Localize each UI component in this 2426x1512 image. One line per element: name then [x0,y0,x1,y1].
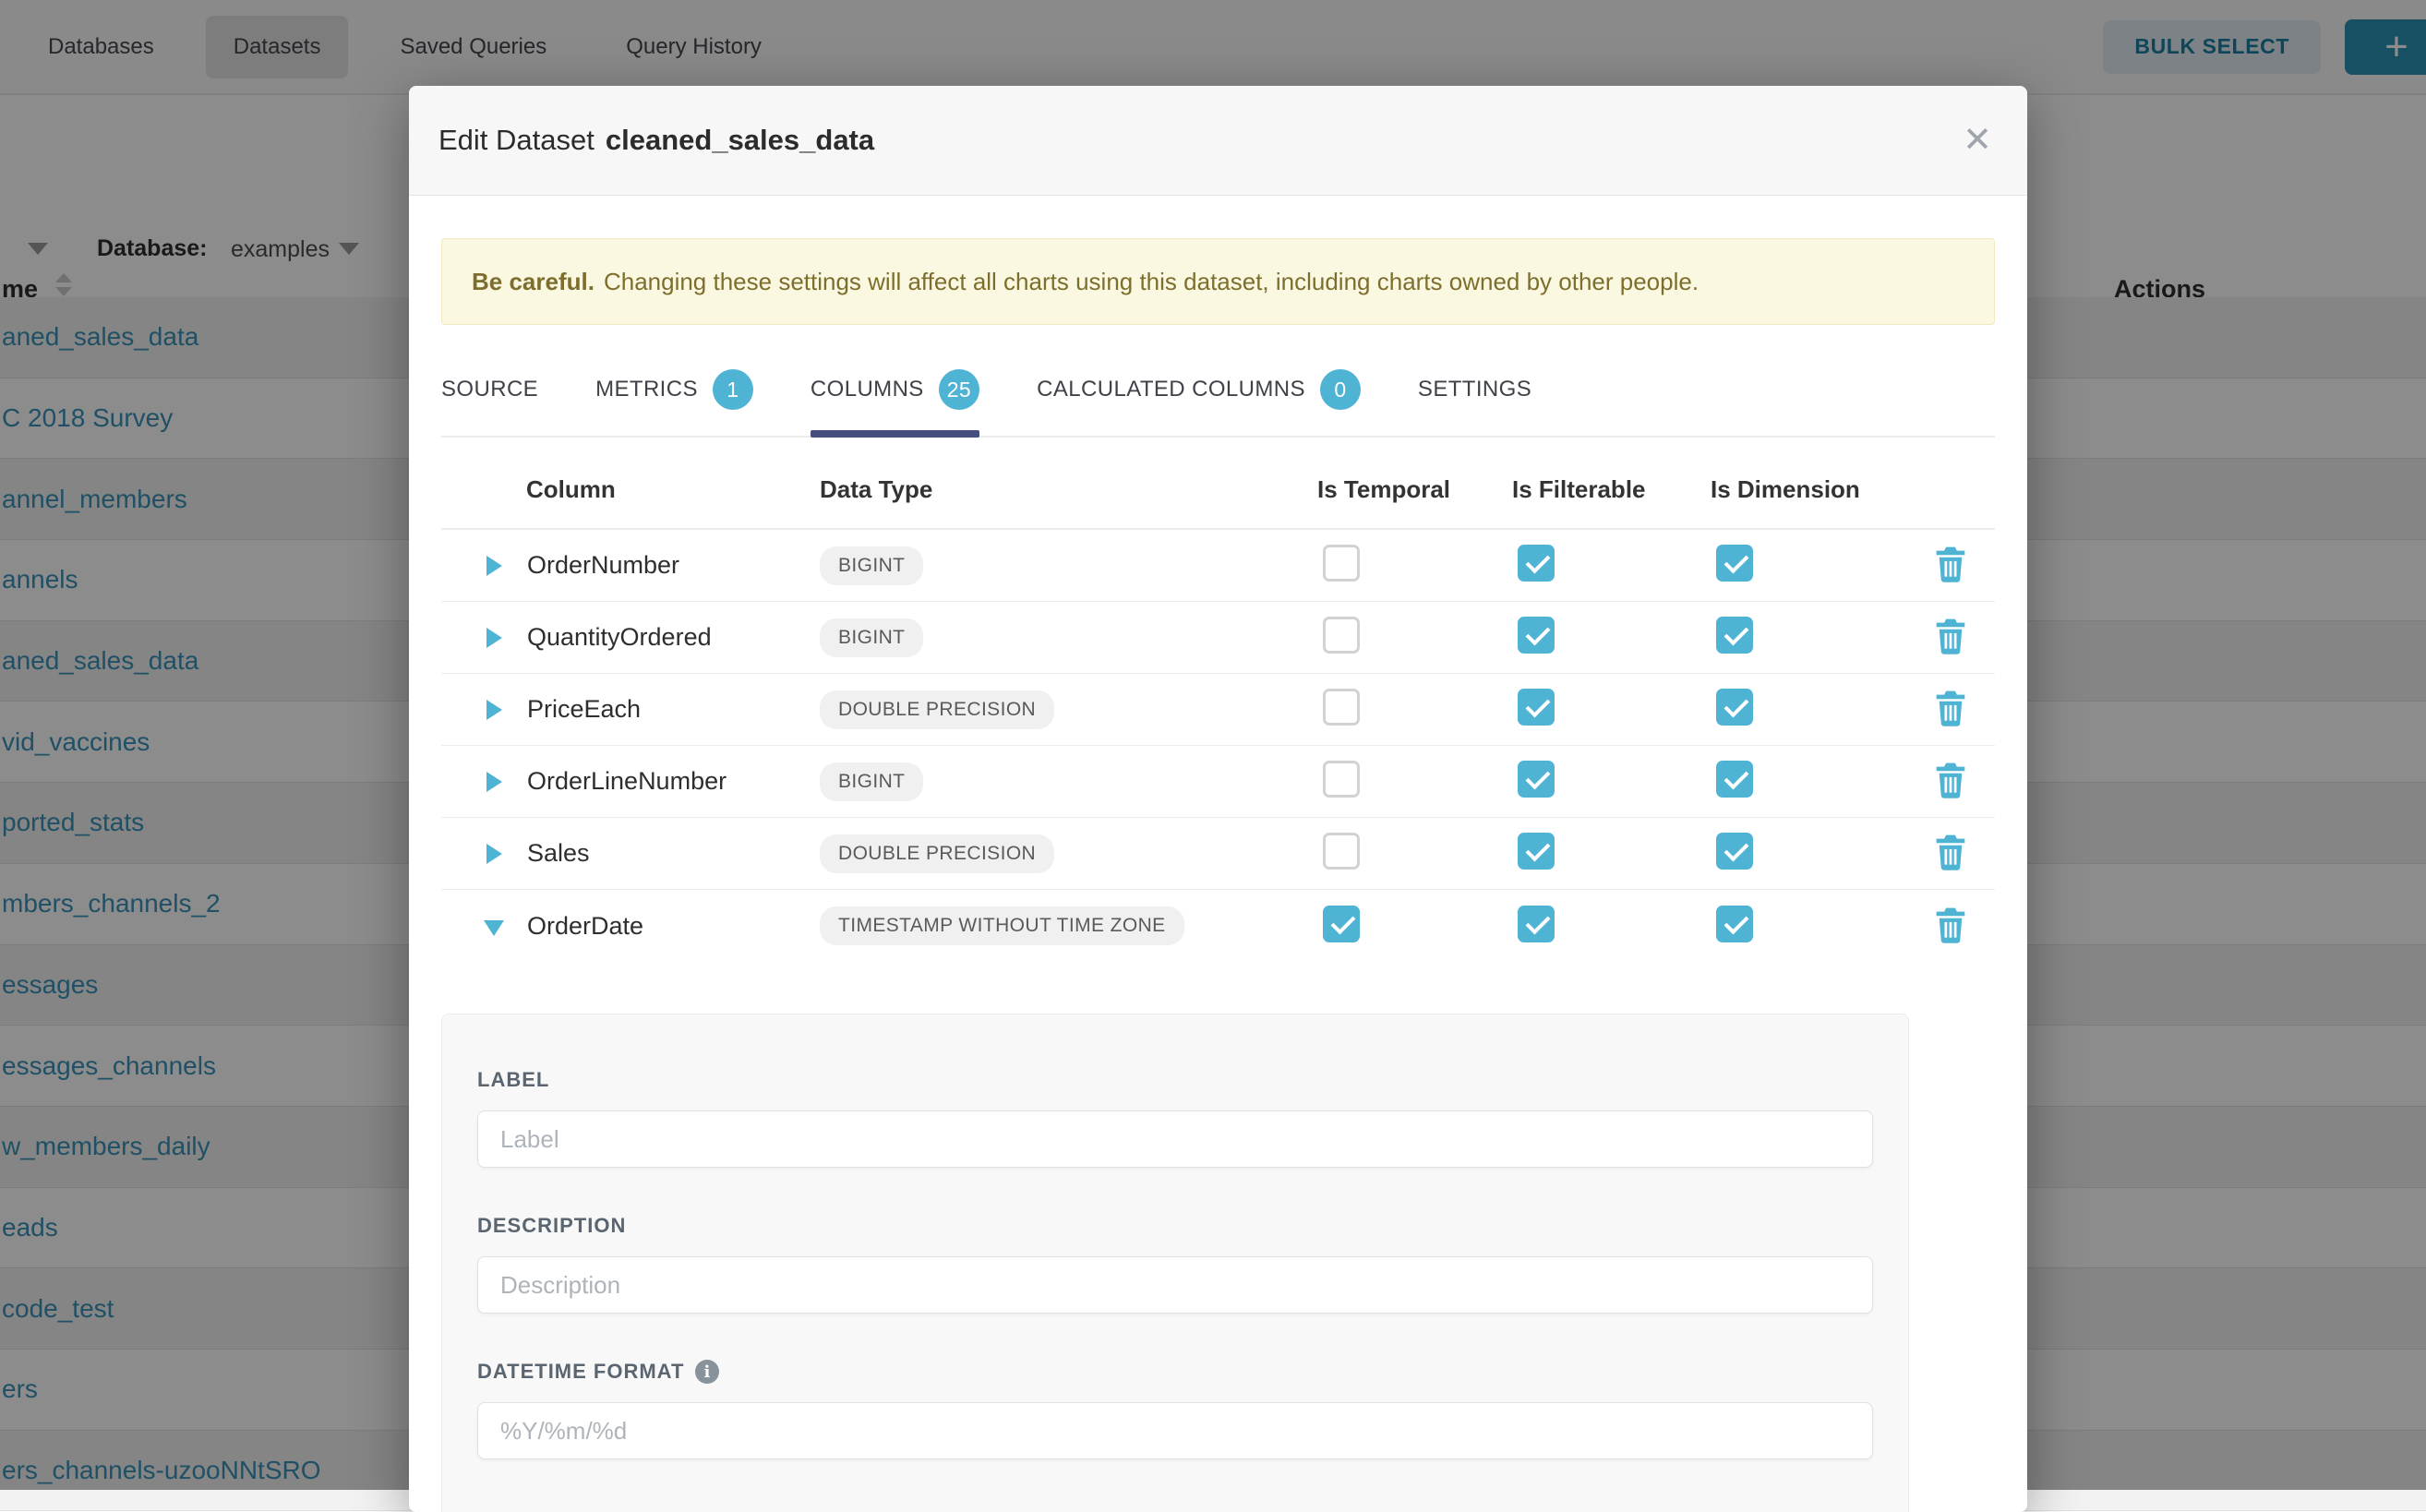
tab-label: SETTINGS [1418,377,1531,402]
delete-column-button[interactable] [1934,762,1967,801]
tab-metrics[interactable]: METRICS 1 [595,347,753,436]
modal-header: Edit Dataset cleaned_sales_data ✕ [409,86,2027,196]
data-type-pill: DOUBLE PRECISION [820,834,1054,873]
warning-text: Changing these settings will affect all … [604,268,1699,296]
header-is-temporal: Is Temporal [1317,475,1512,504]
is-filterable-checkbox[interactable] [1518,833,1555,870]
expand-caret-icon[interactable] [486,699,503,721]
warning-bold: Be careful. [472,268,594,296]
column-name: PriceEach [527,695,641,724]
column-name: OrderLineNumber [527,767,727,796]
tab-count-badge: 25 [939,369,979,410]
trash-icon [1934,762,1967,798]
column-name: OrderDate [527,912,643,941]
warning-banner: Be careful. Changing these settings will… [441,238,1995,325]
datetime-format-field-label: DATETIME FORMAT i [477,1360,1873,1384]
edit-dataset-modal: Edit Dataset cleaned_sales_data ✕ Be car… [409,86,2027,1512]
is-dimension-checkbox[interactable] [1716,689,1753,726]
expand-caret-icon[interactable] [486,627,503,649]
trash-icon [1934,906,1967,943]
header-data-type: Data Type [820,475,1317,504]
delete-column-button[interactable] [1934,690,1967,729]
is-temporal-checkbox[interactable] [1323,833,1360,870]
trash-icon [1934,546,1967,582]
trash-icon [1934,690,1967,726]
description-field-label: DESCRIPTION [477,1214,1873,1238]
info-icon[interactable]: i [695,1360,719,1384]
datetime-format-input[interactable] [477,1402,1873,1459]
trash-icon [1934,834,1967,870]
is-dimension-checkbox[interactable] [1716,545,1753,582]
delete-column-button[interactable] [1934,906,1967,946]
close-icon[interactable]: ✕ [1963,123,1992,158]
columns-table: Column Data Type Is Temporal Is Filterab… [441,438,1995,962]
modal-body: Be careful. Changing these settings will… [409,238,2027,1512]
is-filterable-checkbox[interactable] [1518,761,1555,798]
header-is-dimension: Is Dimension [1711,475,1934,504]
tab-label: METRICS [595,377,698,402]
columns-table-header: Column Data Type Is Temporal Is Filterab… [441,438,1995,530]
tab-label: COLUMNS [811,377,924,402]
expand-caret-icon[interactable] [486,555,503,577]
tab-columns[interactable]: COLUMNS 25 [811,347,979,436]
data-type-pill: BIGINT [820,618,923,657]
column-name: Sales [527,839,590,868]
delete-column-button[interactable] [1934,546,1967,585]
column-row: PriceEach DOUBLE PRECISION [441,674,1995,746]
label-field-label: LABEL [477,1068,1873,1092]
delete-column-button[interactable] [1934,618,1967,657]
modal-tabs: SOURCE METRICS 1 COLUMNS 25 CALCULATED C… [441,347,1995,438]
tab-calculated-columns[interactable]: CALCULATED COLUMNS 0 [1037,347,1361,436]
is-dimension-checkbox[interactable] [1716,906,1753,942]
header-column: Column [441,475,820,504]
tab-label: CALCULATED COLUMNS [1037,377,1305,402]
expand-caret-icon[interactable] [486,915,503,937]
label-input[interactable] [477,1110,1873,1168]
header-is-filterable: Is Filterable [1512,475,1711,504]
trash-icon [1934,618,1967,654]
is-dimension-checkbox[interactable] [1716,761,1753,798]
column-editor-panel: LABEL DESCRIPTION DATETIME FORMAT i [441,1014,1909,1512]
is-dimension-checkbox[interactable] [1716,833,1753,870]
column-row: OrderNumber BIGINT [441,530,1995,602]
column-row: OrderLineNumber BIGINT [441,746,1995,818]
column-row: Sales DOUBLE PRECISION [441,818,1995,890]
data-type-pill: BIGINT [820,546,923,585]
is-filterable-checkbox[interactable] [1518,906,1555,942]
tab-source[interactable]: SOURCE [441,347,538,436]
tab-count-badge: 0 [1320,369,1361,410]
tab-label: SOURCE [441,377,538,402]
is-temporal-checkbox[interactable] [1323,761,1360,798]
column-row: QuantityOrdered BIGINT [441,602,1995,674]
description-input[interactable] [477,1256,1873,1314]
is-temporal-checkbox[interactable] [1323,689,1360,726]
is-filterable-checkbox[interactable] [1518,689,1555,726]
delete-column-button[interactable] [1934,834,1967,873]
data-type-pill: TIMESTAMP WITHOUT TIME ZONE [820,906,1184,945]
column-name: QuantityOrdered [527,623,712,652]
data-type-pill: DOUBLE PRECISION [820,690,1054,729]
is-filterable-checkbox[interactable] [1518,617,1555,654]
expand-caret-icon[interactable] [486,771,503,793]
is-dimension-checkbox[interactable] [1716,617,1753,654]
modal-title: Edit Dataset cleaned_sales_data [438,124,874,157]
column-name: OrderNumber [527,551,679,580]
tab-settings[interactable]: SETTINGS [1418,347,1531,436]
expand-caret-icon[interactable] [486,843,503,865]
is-temporal-checkbox[interactable] [1323,906,1360,942]
data-type-pill: BIGINT [820,762,923,801]
is-temporal-checkbox[interactable] [1323,617,1360,654]
is-filterable-checkbox[interactable] [1518,545,1555,582]
column-row: OrderDate TIMESTAMP WITHOUT TIME ZONE [441,890,1995,962]
is-temporal-checkbox[interactable] [1323,545,1360,582]
modal-title-prefix: Edit Dataset [438,124,594,157]
tab-count-badge: 1 [713,369,753,410]
modal-dataset-name: cleaned_sales_data [606,124,874,157]
